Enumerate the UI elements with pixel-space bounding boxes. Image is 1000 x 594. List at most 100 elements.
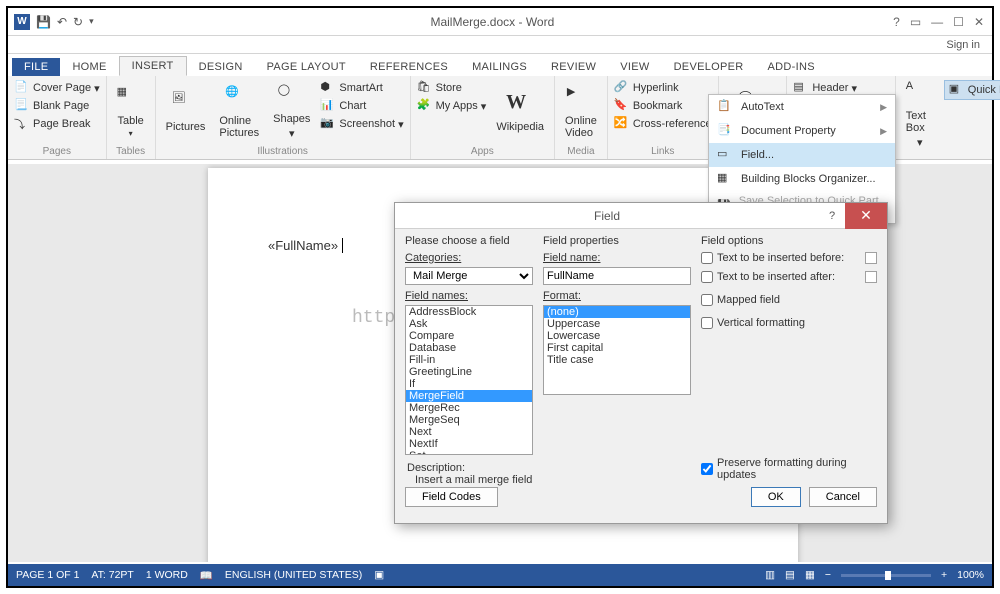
format-listbox[interactable]: (none)UppercaseLowercaseFirst capitalTit… (543, 305, 691, 395)
myapps-icon: 🧩 (417, 98, 433, 114)
wikipedia-button[interactable]: WWikipedia (492, 78, 548, 145)
menu-autotext[interactable]: 📋AutoText▶ (709, 95, 895, 119)
tab-addins[interactable]: ADD-INS (756, 58, 827, 76)
tab-references[interactable]: REFERENCES (358, 58, 460, 76)
tab-insert[interactable]: INSERT (119, 56, 187, 76)
format-item[interactable]: Title case (544, 354, 690, 366)
menu-field[interactable]: ▭Field... (709, 143, 895, 167)
blank-page-button[interactable]: 📃Blank Page (14, 98, 100, 114)
fieldname-item[interactable]: NextIf (406, 438, 532, 450)
tab-mailings[interactable]: MAILINGS (460, 58, 539, 76)
zoom-slider[interactable] (841, 574, 931, 577)
cover-page-button[interactable]: 📄Cover Page ▾ (14, 80, 100, 96)
print-layout-icon[interactable]: ▤ (785, 569, 795, 581)
ribbon: 📄Cover Page ▾ 📃Blank Page ⤵Page Break Pa… (8, 76, 992, 160)
macro-icon[interactable]: ▣ (374, 569, 384, 581)
before-input[interactable] (865, 252, 877, 264)
fieldname-input[interactable] (543, 267, 691, 285)
tab-pagelayout[interactable]: PAGE LAYOUT (255, 58, 358, 76)
tab-review[interactable]: REVIEW (539, 58, 608, 76)
fieldname-item[interactable]: Next (406, 426, 532, 438)
zoom-out-icon[interactable]: − (825, 569, 831, 581)
fieldname-item[interactable]: Set (406, 450, 532, 455)
preserve-checkbox[interactable] (701, 463, 713, 475)
smartart-button[interactable]: ⬢SmartArt (320, 80, 403, 96)
online-pictures-button[interactable]: 🌐Online Pictures (215, 78, 263, 145)
chevron-right-icon: ▶ (880, 102, 887, 113)
fieldname-item[interactable]: MergeField (406, 390, 532, 402)
dialog-close-button[interactable]: ✕ (845, 203, 887, 229)
after-input[interactable] (865, 271, 877, 283)
help-icon[interactable]: ? (893, 15, 900, 29)
format-item[interactable]: Lowercase (544, 330, 690, 342)
dialog-help-icon[interactable]: ? (819, 210, 845, 222)
bookmark-button[interactable]: 🔖Bookmark (614, 98, 712, 114)
tab-view[interactable]: VIEW (608, 58, 661, 76)
zoom-in-icon[interactable]: + (941, 569, 947, 581)
status-page[interactable]: PAGE 1 OF 1 (16, 569, 79, 581)
smartart-icon: ⬢ (320, 80, 336, 96)
fieldname-item[interactable]: MergeSeq (406, 414, 532, 426)
status-words[interactable]: 1 WORD (146, 569, 188, 581)
fieldnames-listbox[interactable]: AddressBlockAskCompareDatabaseFill-inGre… (405, 305, 533, 455)
vertical-checkbox[interactable] (701, 317, 713, 329)
online-video-button[interactable]: ▶Online Video (561, 78, 601, 145)
format-item[interactable]: (none) (544, 306, 690, 318)
field-codes-button[interactable]: Field Codes (405, 487, 498, 507)
wikipedia-icon: W (506, 91, 534, 119)
format-item[interactable]: First capital (544, 342, 690, 354)
ok-button[interactable]: OK (751, 487, 801, 507)
quick-parts-button[interactable]: ▣Quick Parts ▾ (944, 80, 1000, 100)
format-item[interactable]: Uppercase (544, 318, 690, 330)
menu-document-property[interactable]: 📑Document Property▶ (709, 119, 895, 143)
mapped-checkbox[interactable] (701, 294, 713, 306)
textbox-button[interactable]: AText Box▾ (902, 78, 938, 151)
tab-home[interactable]: HOME (60, 58, 118, 76)
qat-customize-icon[interactable]: ▾ (89, 16, 94, 27)
close-icon[interactable]: ✕ (974, 15, 984, 29)
proof-icon[interactable]: 📖 (200, 569, 213, 582)
myapps-button[interactable]: 🧩My Apps ▾ (417, 98, 487, 114)
shapes-button[interactable]: ◯Shapes▾ (269, 78, 314, 145)
tab-file[interactable]: FILE (12, 58, 60, 76)
fieldname-item[interactable]: AddressBlock (406, 306, 532, 318)
group-illustrations-label: Illustrations (162, 145, 404, 157)
chart-button[interactable]: 📊Chart (320, 98, 403, 114)
ribbon-collapse-icon[interactable]: ▭ (910, 15, 921, 29)
fieldname-item[interactable]: Fill-in (406, 354, 532, 366)
fieldname-item[interactable]: GreetingLine (406, 366, 532, 378)
before-checkbox[interactable] (701, 252, 713, 264)
maximize-icon[interactable]: ☐ (953, 15, 964, 29)
undo-icon[interactable]: ↶ (57, 15, 67, 29)
read-mode-icon[interactable]: ▥ (765, 569, 775, 581)
tab-design[interactable]: DESIGN (187, 58, 255, 76)
menu-building-blocks[interactable]: ▦Building Blocks Organizer... (709, 167, 895, 191)
signin-link[interactable]: Sign in (8, 36, 992, 54)
zoom-thumb[interactable] (885, 571, 891, 580)
web-layout-icon[interactable]: ▦ (805, 569, 815, 581)
minimize-icon[interactable]: — (931, 15, 943, 29)
after-checkbox[interactable] (701, 271, 713, 283)
fieldname-item[interactable]: Database (406, 342, 532, 354)
screenshot-button[interactable]: 📷Screenshot ▾ (320, 116, 403, 132)
fieldname-item[interactable]: Ask (406, 318, 532, 330)
table-button[interactable]: ▦ Table▾ (113, 78, 149, 145)
hyperlink-button[interactable]: 🔗Hyperlink (614, 80, 712, 96)
save-icon[interactable]: 💾 (36, 15, 51, 29)
fieldname-item[interactable]: MergeRec (406, 402, 532, 414)
online-pictures-icon: 🌐 (225, 85, 253, 113)
fieldname-label: Field name: (543, 252, 691, 264)
store-button[interactable]: 🛍Store (417, 80, 487, 96)
fieldname-item[interactable]: Compare (406, 330, 532, 342)
status-language[interactable]: ENGLISH (UNITED STATES) (225, 569, 362, 581)
tab-developer[interactable]: DEVELOPER (662, 58, 756, 76)
pictures-button[interactable]: 🖼Pictures (162, 78, 210, 145)
page-break-button[interactable]: ⤵Page Break (14, 116, 100, 132)
cancel-button[interactable]: Cancel (809, 487, 877, 507)
zoom-level[interactable]: 100% (957, 569, 984, 581)
categories-select[interactable]: Mail Merge (405, 267, 533, 285)
dialog-titlebar[interactable]: Field ? ✕ (395, 203, 887, 229)
crossref-button[interactable]: 🔀Cross-reference (614, 116, 712, 132)
fieldname-item[interactable]: If (406, 378, 532, 390)
redo-icon[interactable]: ↻ (73, 15, 83, 29)
